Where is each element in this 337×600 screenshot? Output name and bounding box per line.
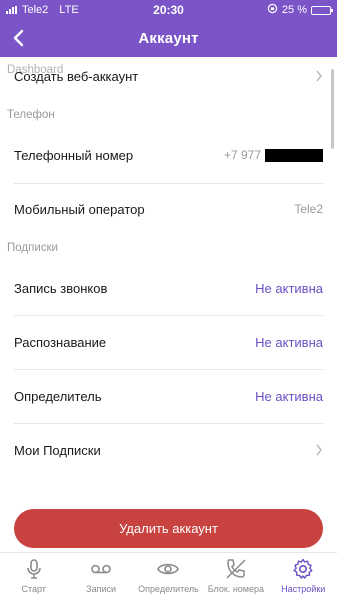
mobile-operator-label: Мобильный оператор bbox=[14, 201, 145, 217]
subscription-label: Распознавание bbox=[14, 334, 107, 350]
chevron-right-icon bbox=[316, 444, 322, 456]
gear-icon bbox=[293, 558, 313, 579]
battery-percent: 25 % bbox=[281, 4, 307, 16]
phone-blocked-icon bbox=[226, 559, 246, 579]
tab-label: Старт bbox=[21, 584, 46, 594]
divider bbox=[14, 423, 323, 424]
tab-caller-id[interactable]: Определитель bbox=[135, 557, 202, 594]
tab-blocked-numbers[interactable]: Блок. номера bbox=[202, 557, 269, 594]
page-title: Аккаунт bbox=[138, 30, 199, 47]
account-settings: Dashboard Создать веб-аккаунт Телефон Те… bbox=[0, 57, 337, 552]
status-left: Tele2 LTE bbox=[6, 4, 79, 16]
subscription-row-caller-id[interactable]: Определитель Не активна bbox=[0, 376, 337, 416]
chevron-right-icon bbox=[316, 70, 322, 82]
tab-label: Блок. номера bbox=[207, 584, 264, 594]
subscription-row-recognition[interactable]: Распознавание Не активна bbox=[0, 322, 337, 362]
create-web-account-label: Создать веб-аккаунт bbox=[14, 68, 139, 84]
mobile-operator-value: Tele2 bbox=[294, 202, 323, 216]
subscription-status: Не активна bbox=[255, 334, 323, 350]
phone-section-label: Телефон bbox=[7, 109, 55, 121]
back-button[interactable] bbox=[6, 25, 30, 51]
subscription-status: Не активна bbox=[255, 280, 323, 296]
battery-icon bbox=[311, 5, 333, 15]
nav-bar: Аккаунт bbox=[0, 20, 337, 57]
divider bbox=[14, 369, 323, 370]
rotation-lock-icon bbox=[267, 3, 278, 17]
subscriptions-section-label: Подписки bbox=[7, 242, 58, 254]
my-subscriptions-label: Мои Подписки bbox=[14, 442, 101, 458]
microphone-icon bbox=[26, 559, 41, 579]
carrier-label: Tele2 bbox=[22, 4, 49, 16]
divider bbox=[14, 183, 323, 184]
tab-label: Записи bbox=[86, 584, 117, 594]
mobile-operator-row: Мобильный оператор Tele2 bbox=[0, 189, 337, 229]
tab-bar: Старт Записи Определитель Блок. номера Н… bbox=[0, 552, 337, 600]
phone-number-text: +7 977 bbox=[223, 148, 261, 162]
network-label: LTE bbox=[59, 4, 79, 16]
tab-settings[interactable]: Настройки bbox=[270, 557, 337, 594]
tab-label: Определитель bbox=[138, 584, 199, 594]
subscription-label: Запись звонков bbox=[14, 280, 108, 296]
chevron-left-icon bbox=[13, 29, 24, 47]
divider bbox=[14, 315, 323, 316]
phone-number-label: Телефонный номер bbox=[14, 147, 134, 163]
eye-icon bbox=[157, 563, 180, 575]
tab-start[interactable]: Старт bbox=[0, 557, 67, 594]
tab-recordings[interactable]: Записи bbox=[68, 557, 135, 594]
phone-number-value: +7 977 bbox=[224, 148, 323, 162]
tab-label: Настройки bbox=[281, 584, 326, 594]
signal-icon bbox=[6, 6, 17, 14]
redaction-box bbox=[265, 148, 323, 162]
create-web-account-row[interactable]: Создать веб-аккаунт bbox=[0, 61, 337, 91]
subscription-row-call-recording[interactable]: Запись звонков Не активна bbox=[0, 268, 337, 308]
delete-account-button[interactable]: Удалить аккаунт bbox=[14, 509, 323, 548]
phone-number-row: Телефонный номер +7 977 bbox=[0, 135, 337, 175]
status-bar: Tele2 LTE 20:30 25 % bbox=[0, 0, 337, 20]
status-right: 25 % bbox=[267, 3, 333, 17]
subscription-status: Не активна bbox=[255, 388, 323, 404]
my-subscriptions-row[interactable]: Мои Подписки bbox=[0, 430, 337, 470]
subscription-label: Определитель bbox=[14, 388, 102, 404]
voicemail-icon bbox=[91, 564, 111, 574]
